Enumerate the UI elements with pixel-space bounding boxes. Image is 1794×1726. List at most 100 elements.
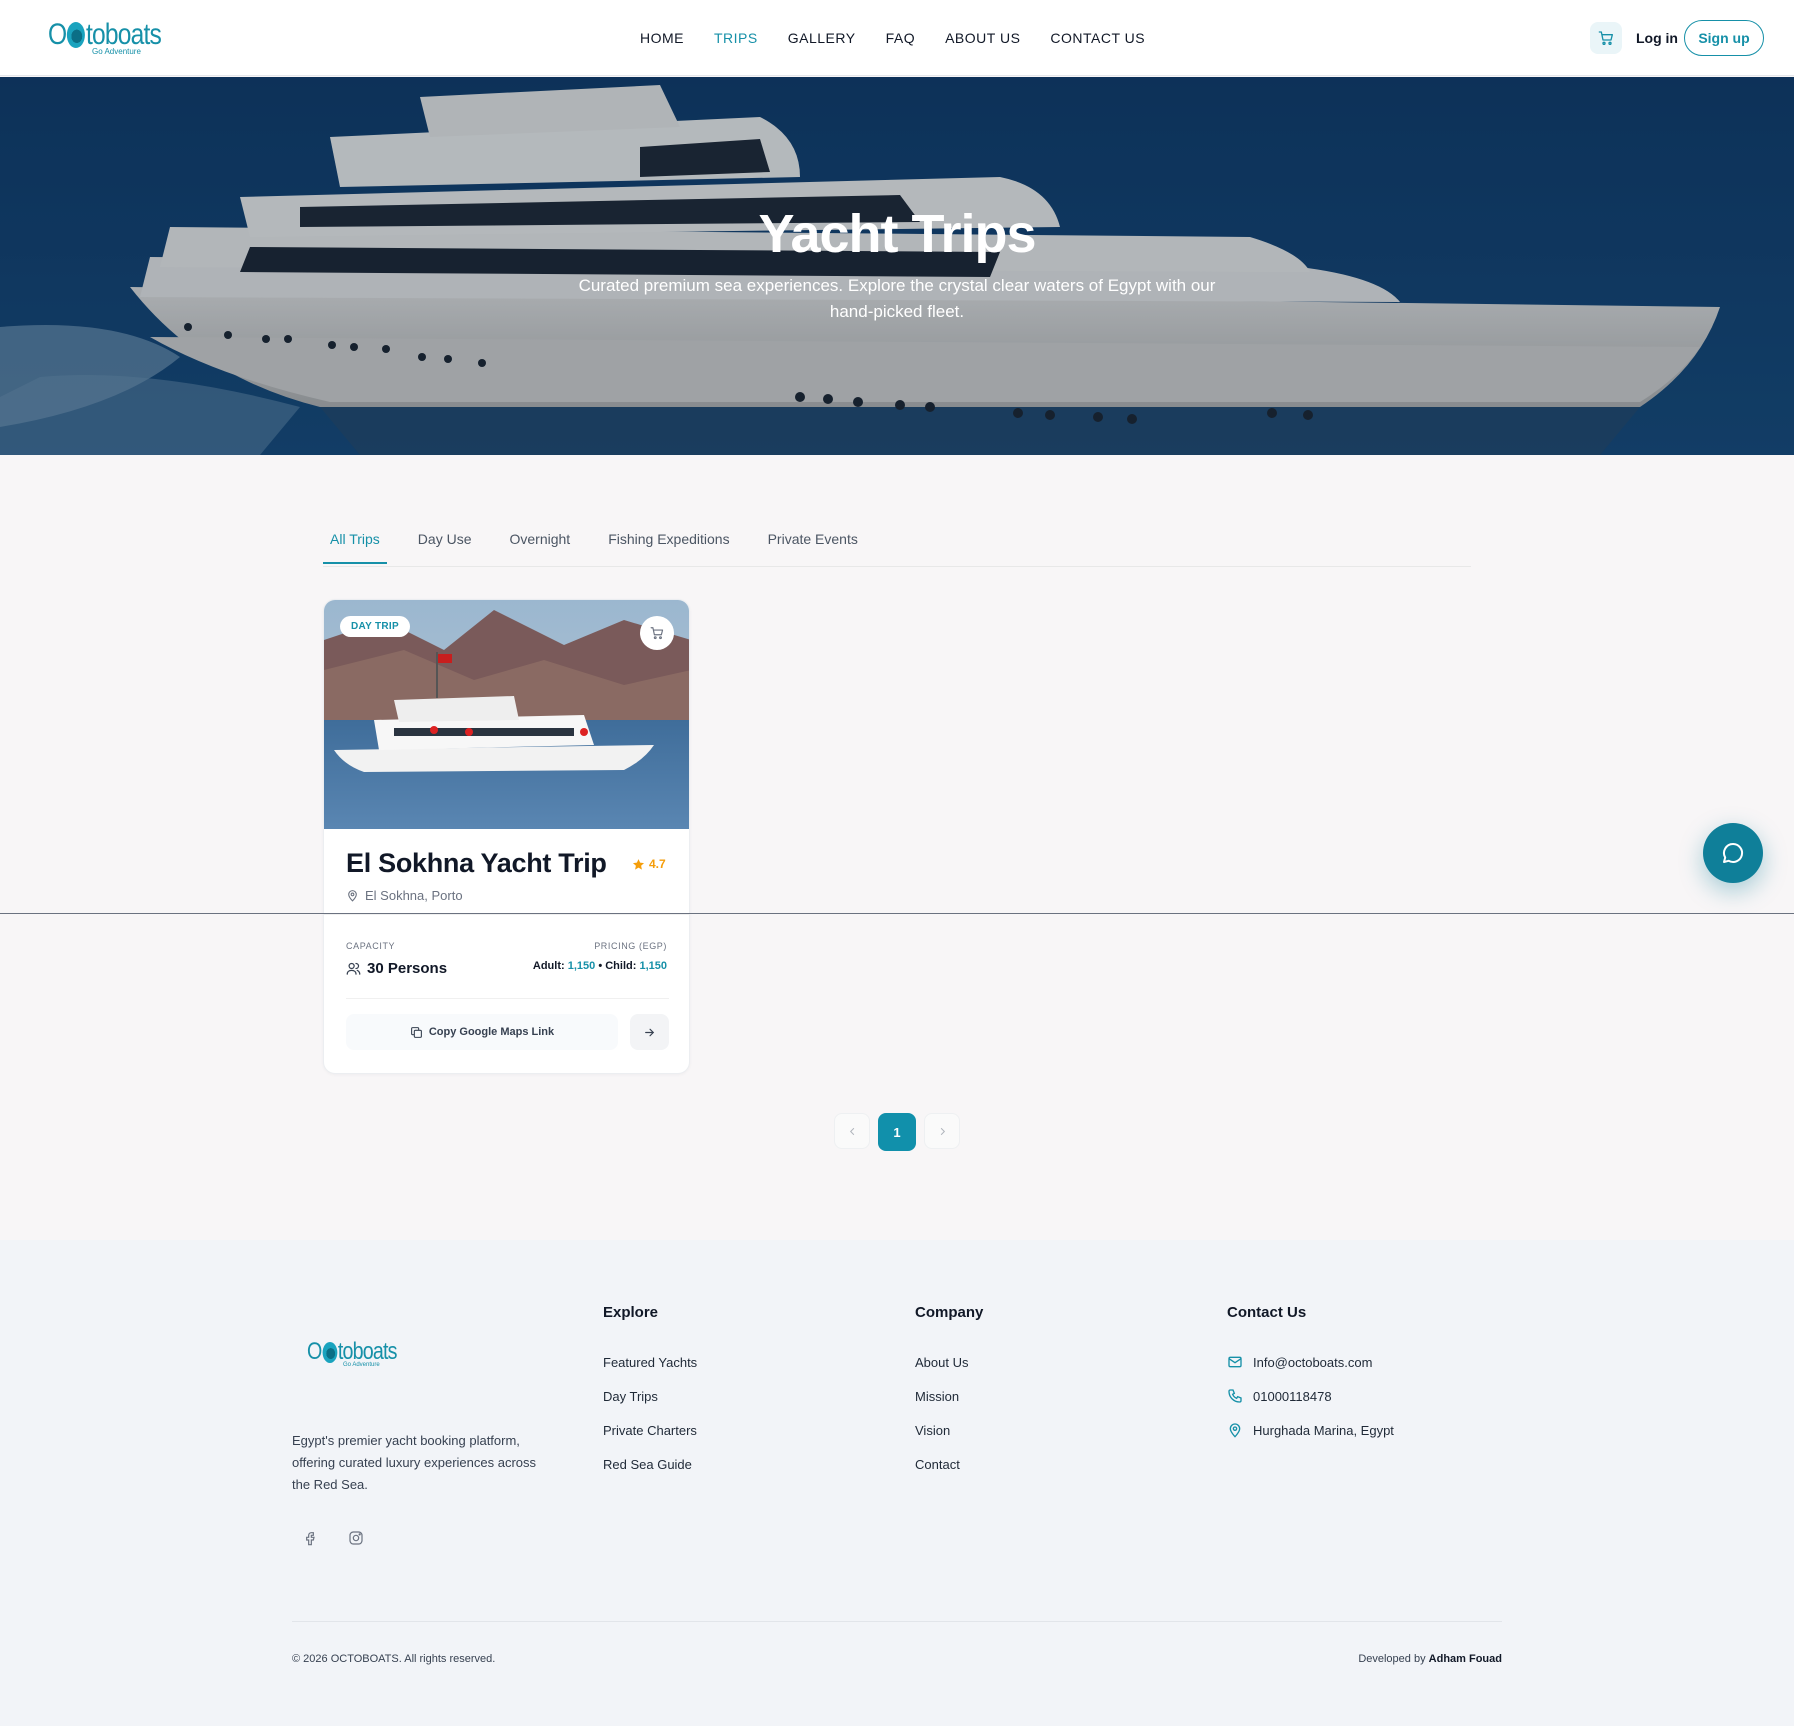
footer-link-day-trips[interactable]: Day Trips	[603, 1379, 697, 1413]
adult-label: Adult:	[532, 960, 565, 972]
footer-link-contact[interactable]: Contact	[915, 1447, 983, 1481]
pricing-label: PRICING (EGP)	[594, 941, 667, 951]
logo-prefix: O	[48, 18, 67, 51]
map-pin-icon	[1229, 1423, 1241, 1438]
star-icon	[632, 858, 645, 870]
capacity-text: 30 Persons	[367, 960, 448, 977]
instagram-icon[interactable]	[348, 1530, 364, 1546]
contact-heading: Contact Us	[1227, 1304, 1307, 1321]
location-text: El Sokhna, Porto	[365, 888, 463, 903]
trip-rating: 4.7	[632, 857, 666, 871]
nav-trips[interactable]: TRIPS	[714, 30, 758, 46]
contact-email-text: Info@octoboats.com	[1253, 1354, 1373, 1370]
copyright: © 2026 OCTOBOATS. All rights reserved.	[292, 1653, 496, 1665]
chat-icon	[1723, 842, 1744, 863]
copy-maps-link-label: Copy Google Maps Link	[428, 1026, 555, 1038]
footer-link-red-sea-guide[interactable]: Red Sea Guide	[603, 1447, 697, 1481]
footer-link-featured-yachts[interactable]: Featured Yachts	[603, 1345, 697, 1379]
tab-day-use[interactable]: Day Use	[411, 527, 479, 564]
card-divider	[324, 914, 689, 915]
footer-link-about-us[interactable]: About Us	[915, 1345, 983, 1379]
users-icon	[346, 962, 361, 975]
tab-fishing-expeditions[interactable]: Fishing Expeditions	[601, 527, 736, 564]
contact-phone-text: 01000118478	[1253, 1388, 1332, 1404]
explore-heading: Explore	[603, 1304, 659, 1321]
horizontal-rule	[0, 913, 1794, 914]
cart-button[interactable]	[1590, 22, 1622, 54]
tab-overnight[interactable]: Overnight	[502, 527, 577, 564]
child-price: 1,150	[639, 960, 667, 972]
pagination-prev[interactable]	[834, 1113, 870, 1149]
footer-logo-suffix: toboats	[337, 1338, 398, 1365]
facebook-icon[interactable]	[302, 1530, 318, 1546]
trip-title[interactable]: El Sokhna Yacht Trip	[346, 848, 607, 879]
hero-banner: Yacht Trips Curated premium sea experien…	[0, 77, 1794, 455]
footer-link-private-charters[interactable]: Private Charters	[603, 1413, 697, 1447]
add-to-cart-button[interactable]	[640, 616, 674, 650]
footer-logo[interactable]: Otoboats Go Adventure	[307, 1338, 416, 1369]
nav-contact[interactable]: CONTACT US	[1050, 30, 1145, 46]
contact-address: Hurghada Marina, Egypt	[1227, 1413, 1394, 1447]
trip-category-tabs: All Trips Day Use Overnight Fishing Expe…	[323, 527, 1471, 567]
contact-email[interactable]: Info@octoboats.com	[1227, 1345, 1394, 1379]
capacity-value: 30 Persons	[346, 960, 447, 977]
card-divider-2	[346, 998, 669, 999]
adult-price: 1,150	[567, 960, 596, 972]
trip-type-badge: DAY TRIP	[340, 616, 410, 637]
trip-image[interactable]: DAY TRIP	[324, 600, 689, 829]
trip-card[interactable]: DAY TRIP El Sokhna Yacht Trip 4.7 El Sok…	[323, 599, 690, 1074]
pricing-value: Adult: 1,150 • Child: 1,150	[533, 960, 667, 972]
signup-button[interactable]: Sign up	[1684, 20, 1764, 56]
logo-mark-icon	[67, 22, 86, 48]
tab-private-events[interactable]: Private Events	[761, 527, 865, 564]
trip-location: El Sokhna, Porto	[346, 888, 463, 903]
map-pin-icon	[348, 890, 357, 902]
nav-faq[interactable]: FAQ	[886, 30, 916, 46]
nav-gallery[interactable]: GALLERY	[788, 30, 856, 46]
child-label: Child:	[605, 960, 637, 972]
capacity-label: CAPACITY	[346, 941, 396, 951]
developer-credit: Developed by Adham Fouad	[1358, 1653, 1502, 1665]
footer-link-mission[interactable]: Mission	[915, 1379, 983, 1413]
cart-icon	[650, 627, 664, 640]
footer: Otoboats Go Adventure Egypt's premier ya…	[0, 1240, 1794, 1726]
arrow-right-icon	[645, 1028, 655, 1036]
cart-icon	[1598, 31, 1613, 45]
mail-icon	[1228, 1356, 1242, 1368]
footer-logo-prefix: O	[307, 1338, 322, 1365]
chat-button[interactable]	[1703, 823, 1763, 883]
developer-name[interactable]: Adham Fouad	[1429, 1653, 1502, 1665]
logo-suffix: toboats	[86, 18, 162, 51]
navbar: Otoboats Go Adventure HOME TRIPS GALLERY…	[0, 0, 1794, 76]
social-links	[302, 1530, 364, 1546]
phone-icon	[1228, 1389, 1242, 1403]
tab-all-trips[interactable]: All Trips	[323, 527, 387, 564]
pagination-page-1[interactable]: 1	[878, 1113, 916, 1151]
view-trip-button[interactable]	[630, 1014, 669, 1050]
main-nav: HOME TRIPS GALLERY FAQ ABOUT US CONTACT …	[640, 30, 1175, 46]
hero-subtitle: Curated premium sea experiences. Explore…	[578, 276, 1216, 321]
footer-company: Company About Us Mission Vision Contact	[915, 1304, 983, 1481]
contact-phone[interactable]: 01000118478	[1227, 1379, 1394, 1413]
nav-home[interactable]: HOME	[640, 30, 684, 46]
logo-mark-icon	[322, 1342, 338, 1363]
footer-link-vision[interactable]: Vision	[915, 1413, 983, 1447]
hero-yacht-image	[0, 77, 1794, 455]
footer-contact: Contact Us Info@octoboats.com 0100011847…	[1227, 1304, 1394, 1447]
price-separator: •	[598, 960, 603, 972]
footer-description: Egypt's premier yacht booking platform, …	[292, 1433, 536, 1492]
pagination-next[interactable]	[924, 1113, 960, 1149]
logo[interactable]: Otoboats Go Adventure	[48, 20, 186, 56]
chevron-left-icon	[849, 1127, 854, 1135]
copy-icon	[410, 1026, 422, 1038]
footer-explore: Explore Featured Yachts Day Trips Privat…	[603, 1304, 697, 1481]
nav-about[interactable]: ABOUT US	[945, 30, 1020, 46]
hero-title: Yacht Trips	[758, 204, 1036, 264]
developed-by-label: Developed by	[1358, 1653, 1426, 1665]
contact-address-text: Hurghada Marina, Egypt	[1253, 1422, 1394, 1438]
footer-divider	[292, 1621, 1502, 1622]
copy-maps-link-button[interactable]: Copy Google Maps Link	[346, 1014, 618, 1050]
company-heading: Company	[915, 1304, 984, 1321]
chevron-right-icon	[940, 1127, 945, 1135]
login-link[interactable]: Log in	[1636, 30, 1678, 46]
